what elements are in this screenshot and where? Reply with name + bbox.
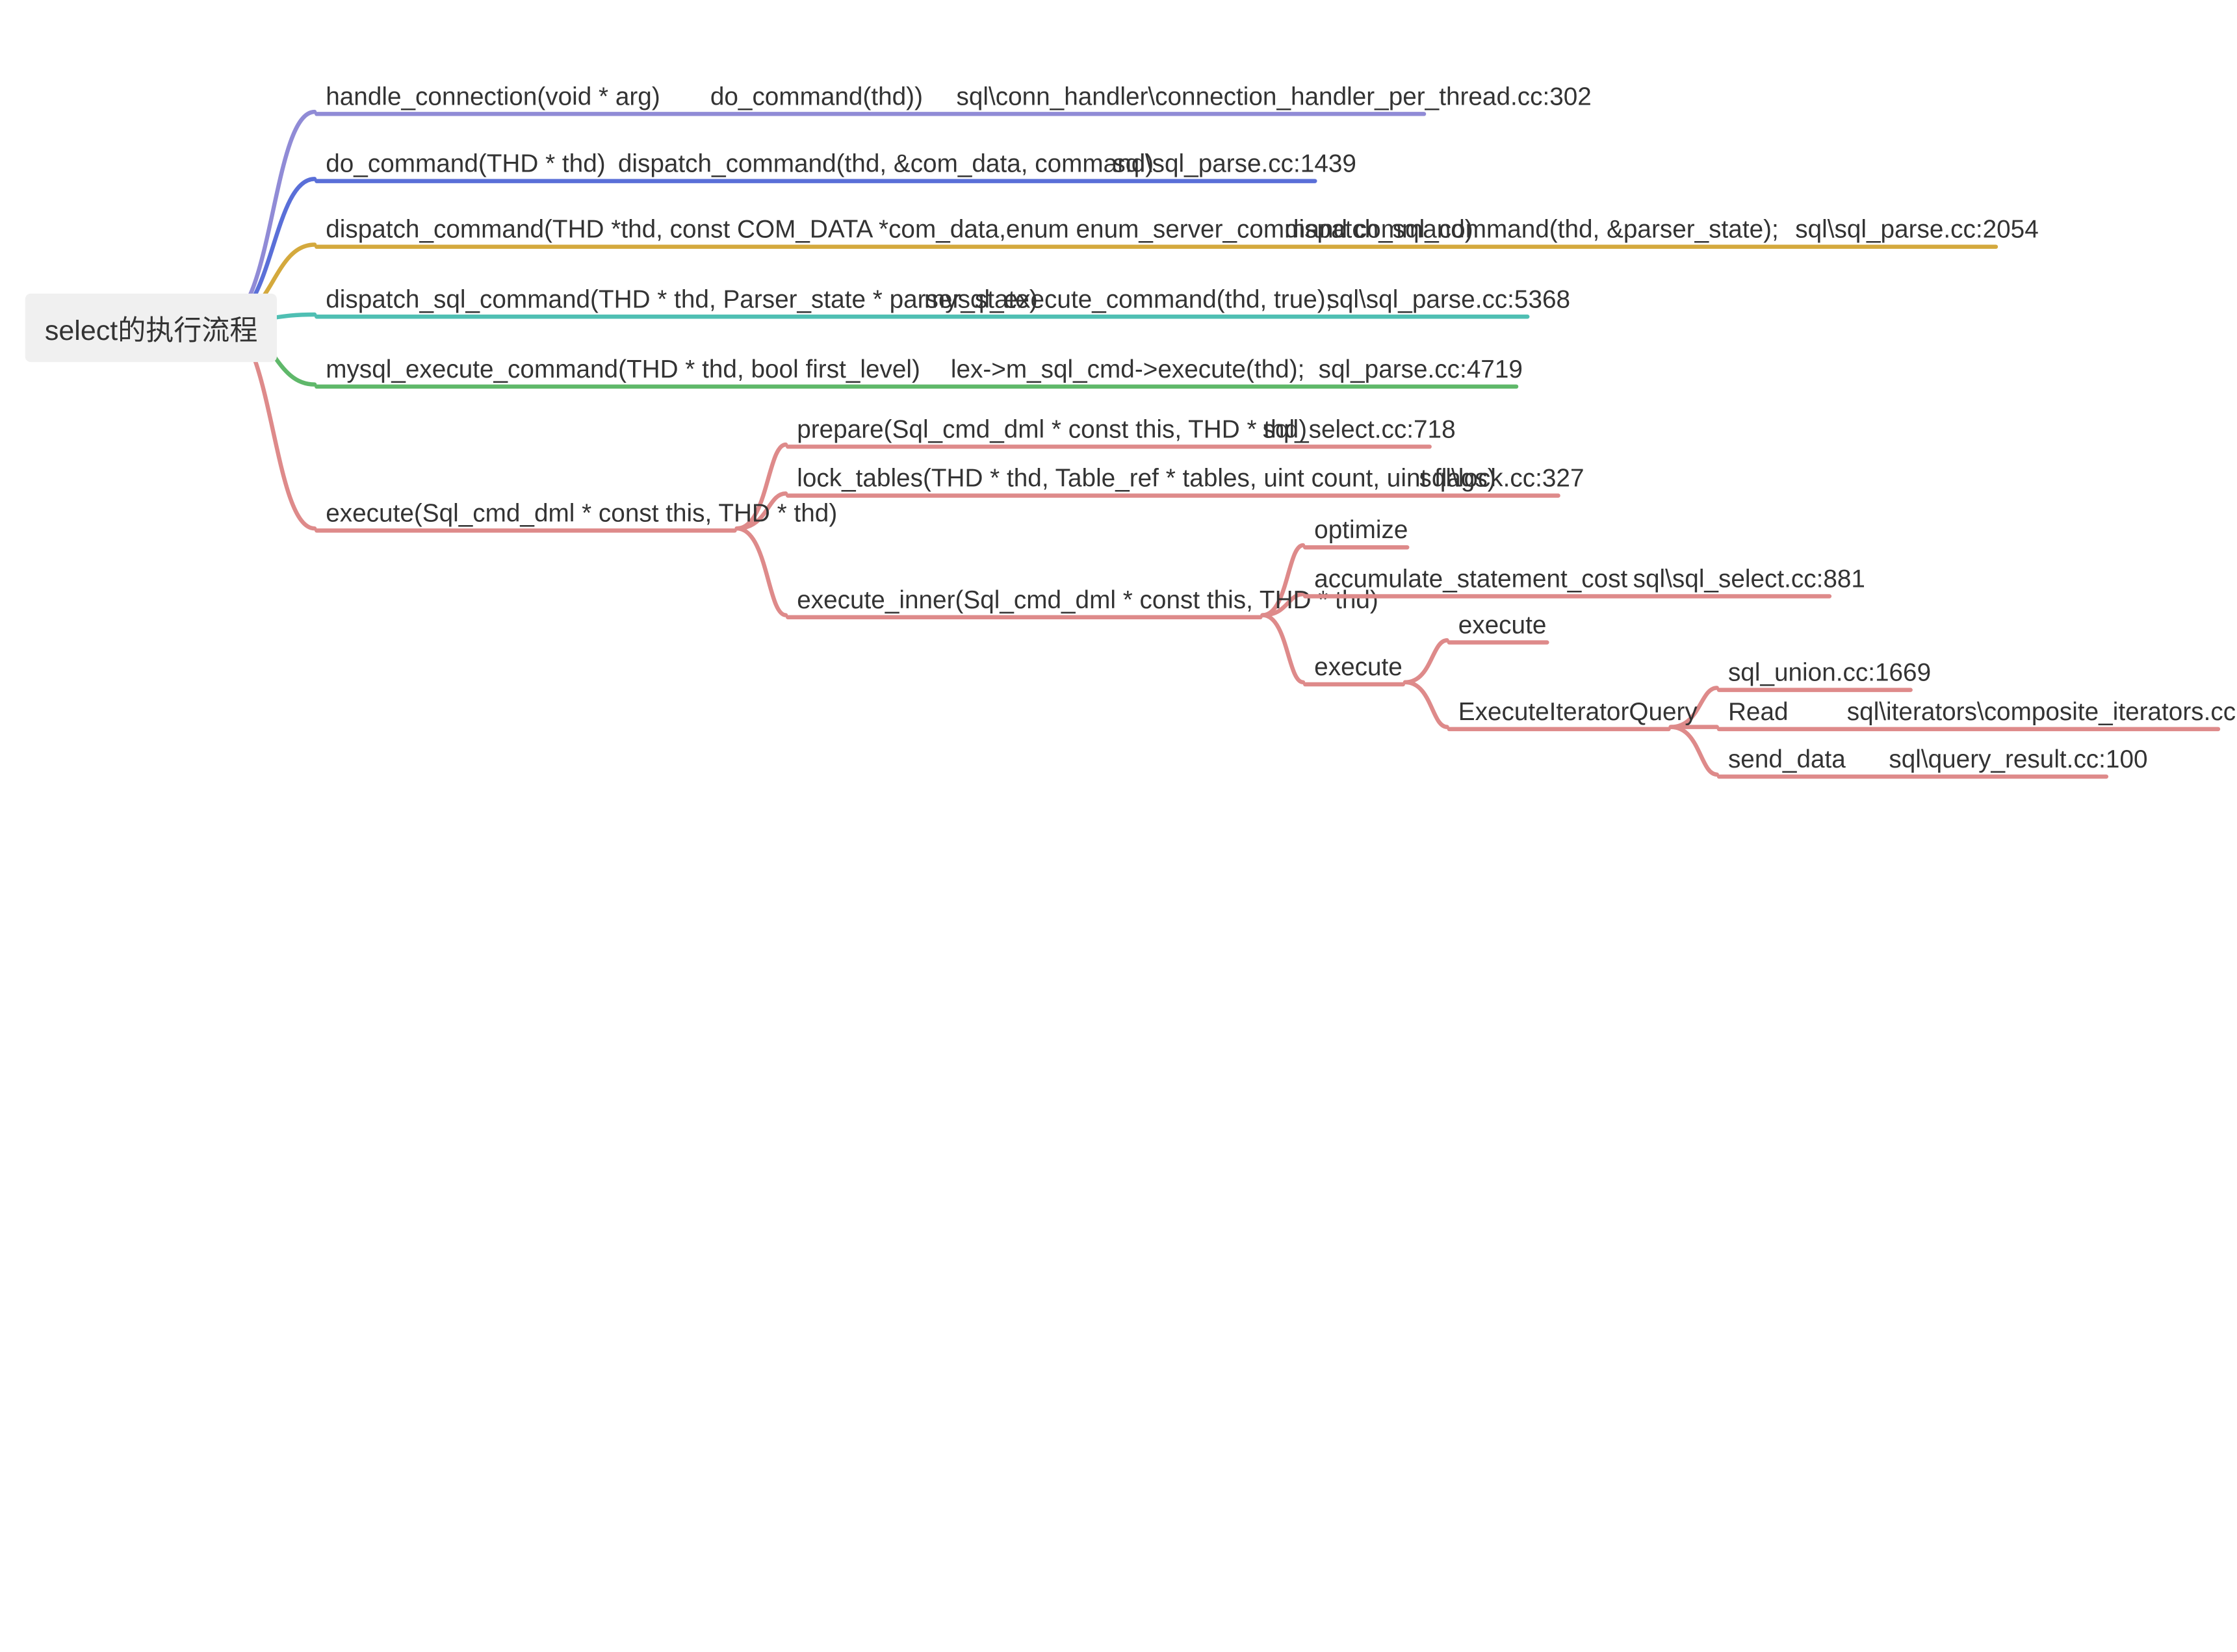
underline xyxy=(1447,727,1671,731)
underline xyxy=(315,112,1426,116)
underline xyxy=(1303,594,1831,598)
underline xyxy=(315,179,1317,183)
root-label: select的执行流程 xyxy=(45,316,258,346)
underline xyxy=(1717,775,2108,779)
underline xyxy=(315,244,1998,248)
underline xyxy=(786,615,1263,619)
underline xyxy=(1303,545,1409,549)
underline xyxy=(1717,727,2220,731)
underline xyxy=(1303,682,1405,686)
underline xyxy=(786,445,1432,448)
underline xyxy=(315,315,1529,318)
underline xyxy=(786,493,1560,497)
underline xyxy=(315,528,737,532)
underline xyxy=(1447,640,1549,644)
root-node[interactable]: select的执行流程 xyxy=(25,294,278,362)
underline xyxy=(315,385,1518,389)
